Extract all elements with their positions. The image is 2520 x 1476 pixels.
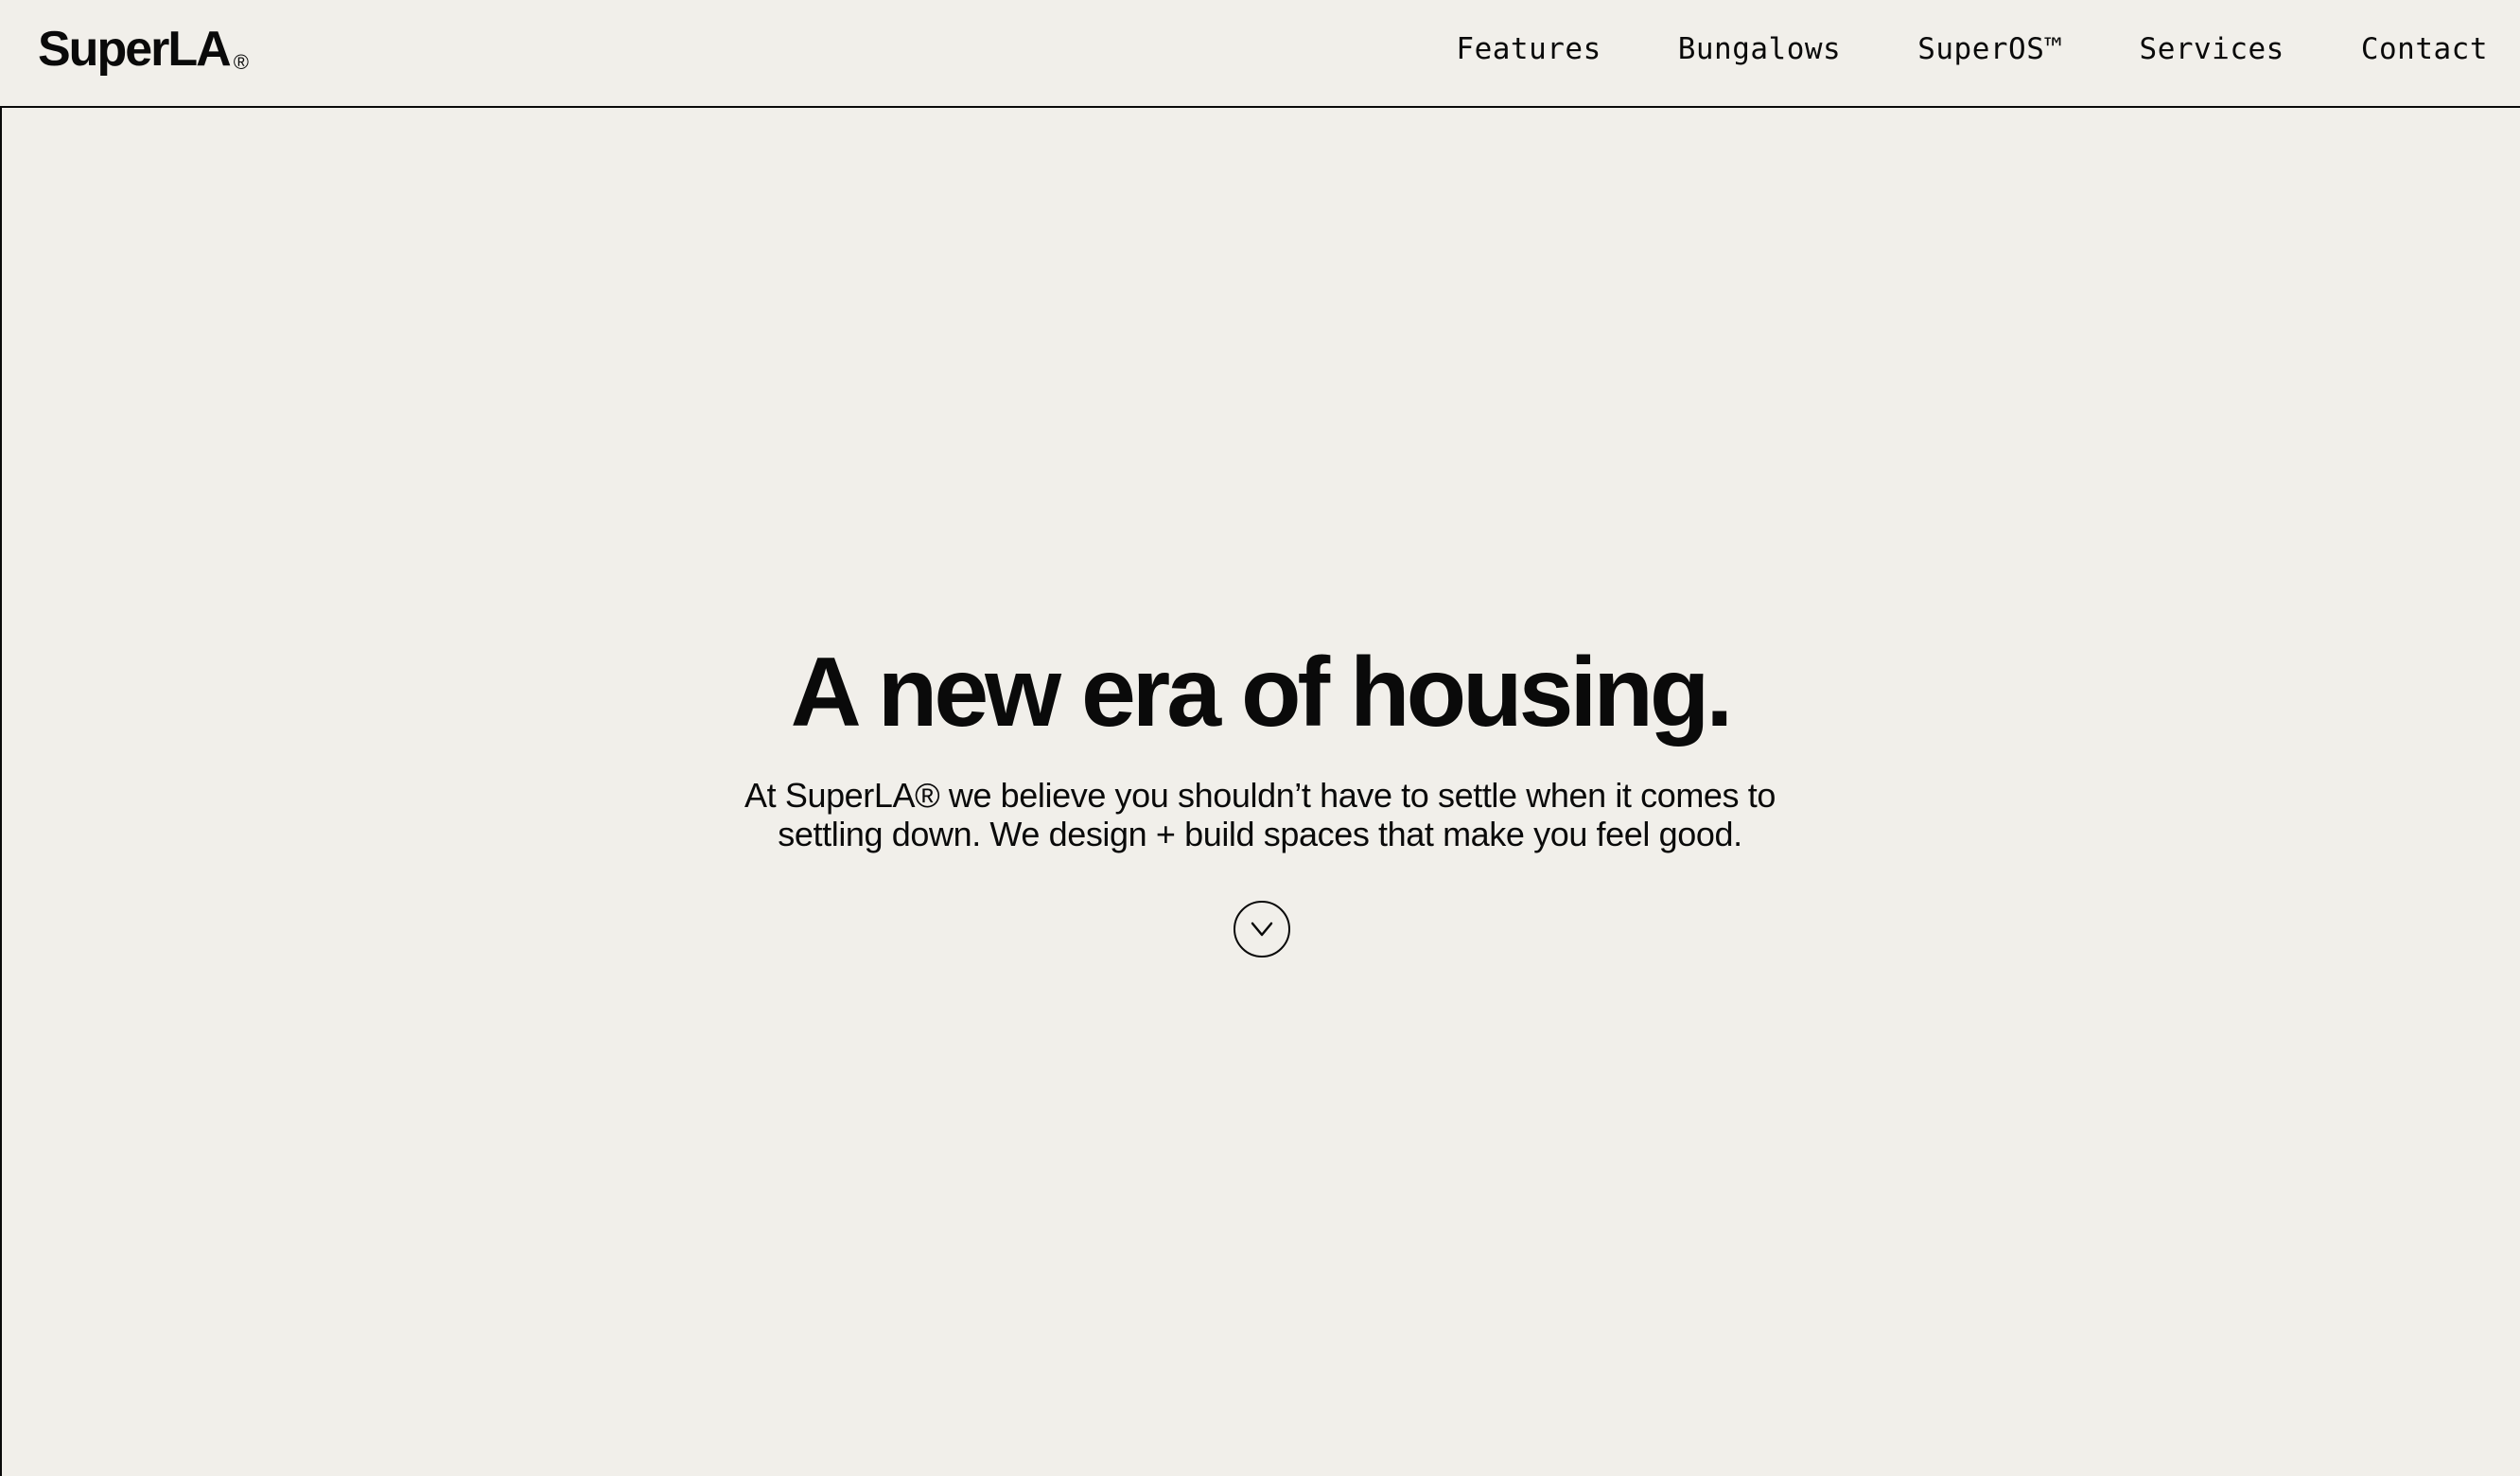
nav-bungalows[interactable]: Bungalows <box>1678 28 1841 70</box>
hero-title: A new era of housing. <box>790 638 1734 747</box>
hero-subtitle-line-2: settling down. We design + build spaces … <box>778 815 1742 853</box>
nav-features[interactable]: Features <box>1456 28 1601 70</box>
main-nav: Features Bungalows SuperOS™ Services Con… <box>1456 28 2488 70</box>
nav-services[interactable]: Services <box>2140 28 2284 70</box>
hero-subtitle-line-1: At SuperLA® we believe you shouldn’t hav… <box>744 776 1776 815</box>
hero-section: A new era of housing. At SuperLA® we bel… <box>0 626 2520 853</box>
nav-superos[interactable]: SuperOS™ <box>1917 28 2062 70</box>
registered-mark: ® <box>233 50 249 74</box>
hero-subtitle: At SuperLA® we believe you shouldn’t hav… <box>730 776 1790 853</box>
chevron-down-icon <box>1251 922 1273 937</box>
nav-contact[interactable]: Contact <box>2361 28 2488 70</box>
scroll-down-button[interactable] <box>1234 901 1290 958</box>
site-header: SuperLA ® Features Bungalows SuperOS™ Se… <box>0 0 2520 108</box>
logo-text: SuperLA <box>38 22 232 77</box>
logo[interactable]: SuperLA ® <box>38 21 249 87</box>
